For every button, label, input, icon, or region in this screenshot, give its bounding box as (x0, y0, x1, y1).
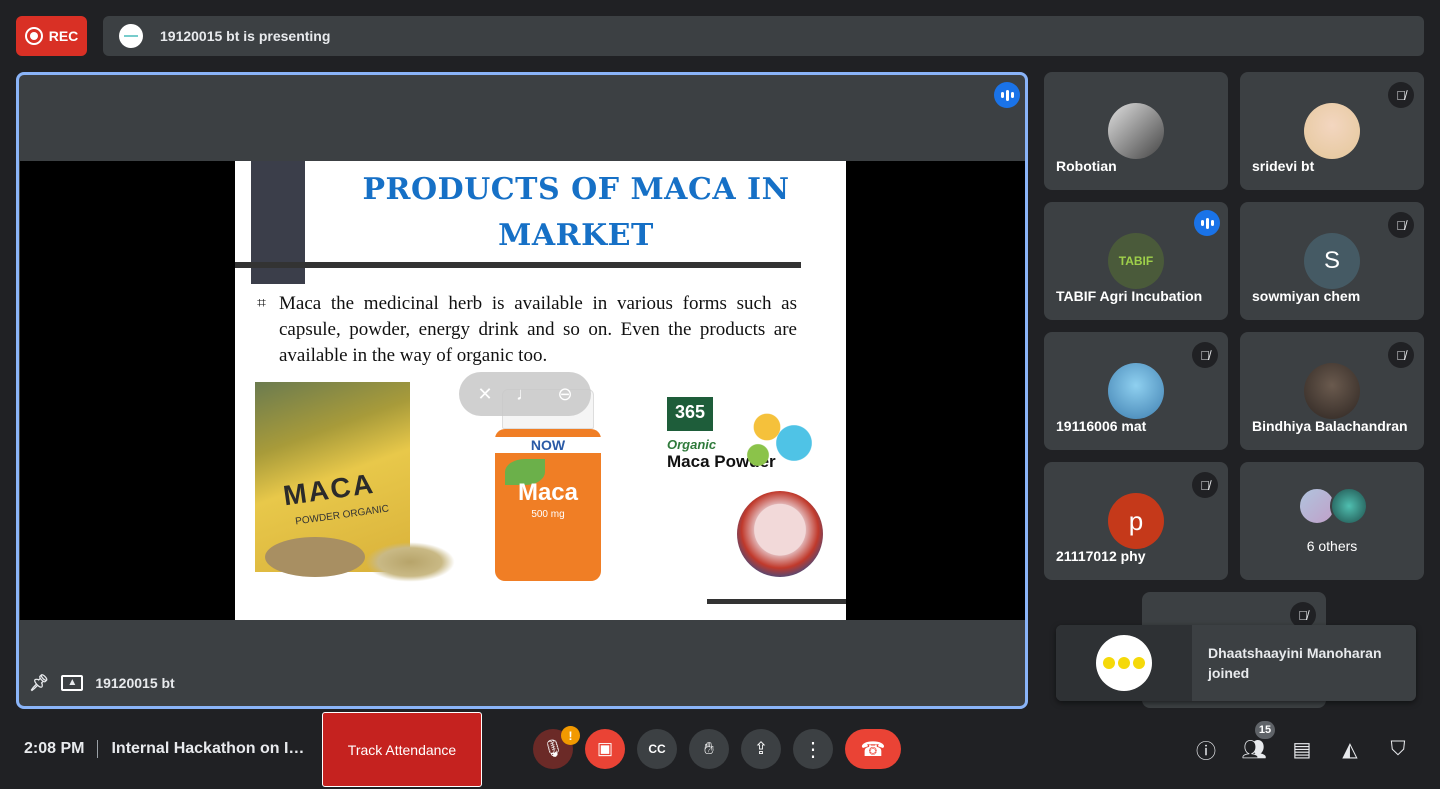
more-options-icon[interactable]: ⊖ (549, 384, 581, 405)
avatar (1108, 103, 1164, 159)
participant-name: TABIF Agri Incubation (1056, 288, 1203, 304)
warning-badge: ! (561, 726, 580, 745)
tile-hover-controls: ✕ ♩ ⊖ (459, 372, 591, 416)
bottle-brand: NOW (495, 437, 601, 453)
powder-pile-image (365, 542, 455, 582)
meeting-info: 2:08 PM Internal Hackathon on In... (24, 740, 307, 758)
others-tile[interactable]: 6 others (1240, 462, 1424, 580)
participant-name: Robotian (1056, 158, 1117, 174)
pin-off-icon[interactable]: ✕ (469, 384, 501, 405)
host-controls-icon[interactable]: ⛉ (1383, 734, 1413, 764)
participant-name: sridevi bt (1252, 158, 1315, 174)
mic-off-icon: 🎙̸ (1388, 82, 1414, 108)
bullet-text: Maca the medicinal herb is available in … (279, 293, 797, 366)
brand-logo-365: 365 (667, 397, 713, 431)
participant-name: Bindhiya Balachandran (1252, 418, 1408, 434)
maca-bag-name: MACA (281, 467, 377, 512)
slide-bullet: ⌗ Maca the medicinal herb is available i… (257, 291, 797, 369)
slide-title: PRODUCTS OF MACA IN MARKET (362, 172, 790, 253)
speaking-indicator-icon (994, 82, 1020, 108)
grain-bowl-image (265, 537, 365, 577)
activities-icon[interactable]: ◭ (1335, 734, 1365, 764)
product-365-powder: 365 Organic Maca Powder (665, 391, 825, 581)
product-maca-bag: MACA POWDER ORGANIC (255, 382, 455, 582)
mic-off-icon: 🎙̸ (1192, 472, 1218, 498)
bottle-name: Maca (517, 479, 579, 506)
captions-icon[interactable]: CC (637, 729, 677, 769)
join-notification: Dhaatshaayini Manoharan joined (1056, 625, 1416, 701)
slide-divider (235, 262, 801, 268)
chat-icon[interactable]: ▤ (1287, 734, 1317, 764)
participant-tile[interactable]: 🎙̸ Bindhiya Balachandran (1240, 332, 1424, 450)
avatar: S (1304, 233, 1360, 289)
mic-off-icon: 🎙̸ (1388, 342, 1414, 368)
clock-time: 2:08 PM (24, 740, 85, 757)
stage-footer: 📌︎ ▲ 19120015 bt (29, 673, 175, 693)
divider (97, 740, 99, 758)
mic-icon[interactable]: ♩ (509, 384, 541, 405)
mic-off-icon: 🎙̸ (1388, 212, 1414, 238)
mic-off-icon: 🎙̸ (1192, 342, 1218, 368)
screen-share-icon: ▲ (61, 675, 84, 691)
presenting-bar: 19120015 bt is presenting (103, 16, 1424, 56)
end-call-icon[interactable]: ☎︎ (845, 729, 901, 769)
meeting-title: Internal Hackathon on In... (111, 740, 308, 757)
participant-tile[interactable]: 🎙̸ 19116006 mat (1044, 332, 1228, 450)
track-attendance-button[interactable]: Track Attendance (322, 712, 482, 787)
bottle-dose: 500 mg (531, 509, 565, 520)
bottle-label: NOW Maca 500 mg (495, 429, 601, 581)
slide-footer-rule (707, 599, 846, 604)
presenter-avatar (119, 24, 143, 48)
product3-organic: Organic (667, 437, 717, 452)
avatar (1304, 363, 1360, 419)
participant-name: 19116006 mat (1056, 418, 1147, 434)
avatar: p (1108, 493, 1164, 549)
people-count-badge: 15 (1255, 721, 1275, 739)
avatar (1330, 487, 1368, 525)
avatar (1304, 103, 1360, 159)
smoothie-bowl-image (737, 491, 823, 577)
presentation-stage[interactable]: PRODUCTS OF MACA IN MARKET ⌗ Maca the me… (16, 72, 1028, 709)
notification-avatar (1056, 625, 1192, 701)
presenting-text: 19120015 bt is presenting (160, 28, 331, 44)
pin-icon[interactable]: 📌︎ (29, 673, 49, 693)
participant-tile[interactable]: S 🎙̸ sowmiyan chem (1240, 202, 1424, 320)
avatar (1108, 363, 1164, 419)
record-icon (24, 27, 43, 45)
present-icon[interactable]: ⇪ (741, 729, 781, 769)
participant-tile[interactable]: TABIF TABIF Agri Incubation (1044, 202, 1228, 320)
participant-tile[interactable]: p 🎙̸ 21117012 phy (1044, 462, 1228, 580)
avatar: TABIF (1108, 233, 1164, 289)
notification-text: Dhaatshaayini Manoharan joined (1208, 645, 1382, 681)
participant-tile[interactable]: Robotian (1044, 72, 1228, 190)
presenter-name: 19120015 bt (95, 675, 175, 691)
participant-tile[interactable]: 🎙̸ sridevi bt (1240, 72, 1424, 190)
info-icon[interactable]: ⓘ (1191, 734, 1221, 764)
participant-name: 21117012 phy (1056, 548, 1146, 564)
leaf-illustration (731, 395, 821, 475)
participant-name: sowmiyan chem (1252, 288, 1361, 304)
camera-off-icon[interactable]: ▣ (585, 729, 625, 769)
product-now-bottle: NOW Maca 500 mg (495, 389, 601, 583)
raise-hand-icon[interactable]: ✋︎ (689, 729, 729, 769)
recording-indicator[interactable]: REC (16, 16, 87, 56)
rec-label: REC (48, 28, 79, 44)
others-count: 6 others (1306, 538, 1358, 554)
speaking-indicator-icon (1194, 210, 1220, 236)
more-icon[interactable]: ⋮ (793, 729, 833, 769)
bullet-marker: ⌗ (257, 295, 267, 312)
